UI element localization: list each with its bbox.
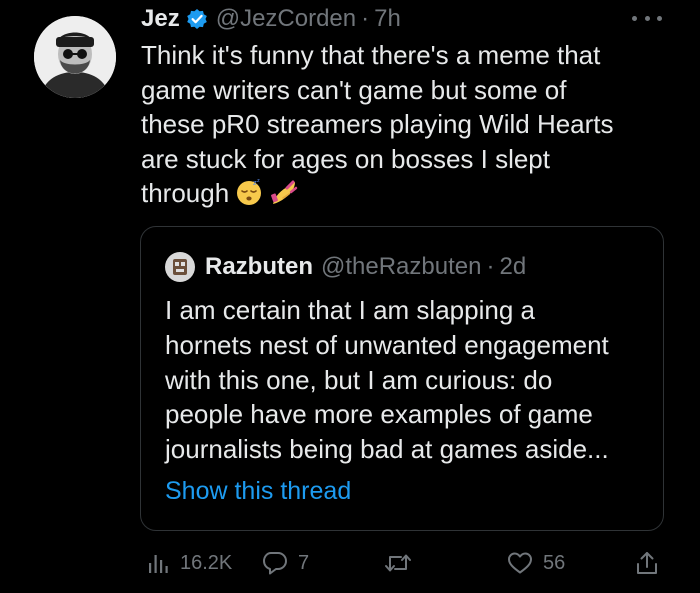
tweet-text-line: Think it's funny that there's a meme tha…	[141, 40, 601, 70]
nail-polish-emoji-icon	[269, 178, 299, 215]
quoted-tweet-text: I am certain that I am slapping a hornet…	[165, 293, 655, 467]
views-button[interactable]: 16.2K	[146, 546, 232, 580]
show-thread-link[interactable]: Show this thread	[165, 477, 351, 506]
quoted-text-line: hornets nest of unwanted engagement	[165, 329, 609, 360]
tweet-text-line: game writers can't game but some of	[141, 74, 567, 105]
svg-text:z: z	[257, 178, 260, 184]
tweet-timestamp[interactable]: 7h	[374, 5, 401, 33]
tweet-action-bar: 16.2K 7 56	[0, 546, 700, 580]
tweet-text-line: are stuck for ages on bosses I slept	[141, 143, 550, 174]
views-count: 16.2K	[180, 551, 233, 574]
share-button[interactable]	[635, 546, 659, 580]
tweet-text: Think it's funny that there's a meme tha…	[141, 38, 671, 215]
separator-dot: ·	[361, 5, 370, 32]
retweet-button[interactable]	[384, 546, 422, 580]
like-button[interactable]: 56	[507, 546, 565, 580]
quoted-author-name[interactable]: Razbuten	[205, 253, 313, 281]
quoted-tweet-timestamp[interactable]: 2d	[499, 253, 526, 281]
quoted-text-line: I am certain that I am slapping a	[165, 295, 535, 325]
author-handle[interactable]: @JezCorden	[216, 5, 356, 33]
author-name[interactable]: Jez	[141, 5, 180, 33]
quoted-author-avatar[interactable]	[165, 252, 195, 282]
quoted-tweet[interactable]: Razbuten @theRazbuten · 2d I am certain …	[140, 226, 664, 531]
tweet-text-line-last: through z z	[141, 176, 671, 215]
tweet-text-last-words: through	[141, 178, 230, 208]
reply-icon	[262, 550, 288, 576]
quoted-author-handle[interactable]: @theRazbuten	[321, 253, 481, 281]
views-icon	[146, 551, 170, 575]
reply-button[interactable]: 7	[262, 546, 309, 580]
tweet-text-line: these pR0 streamers playing Wild Hearts	[141, 109, 614, 139]
like-count: 56	[543, 551, 566, 574]
retweet-icon	[384, 550, 412, 576]
reply-count: 7	[298, 551, 310, 574]
quoted-text-line: journalists being bad at games aside...	[165, 434, 609, 465]
quoted-tweet-header: Razbuten @theRazbuten · 2d	[165, 251, 526, 283]
share-icon	[635, 550, 659, 576]
quoted-text-line: people have more examples of game	[165, 399, 593, 430]
sleeping-face-emoji-icon: z z	[235, 178, 263, 215]
separator-dot: ·	[486, 253, 495, 280]
more-options-icon[interactable]	[632, 8, 662, 28]
author-avatar[interactable]	[34, 16, 116, 98]
quoted-text-line: with this one, but I am curious: do	[165, 364, 553, 395]
heart-icon	[507, 551, 533, 575]
tweet-header: Jez @JezCorden · 7h	[141, 4, 401, 34]
verified-badge-icon	[186, 8, 208, 30]
